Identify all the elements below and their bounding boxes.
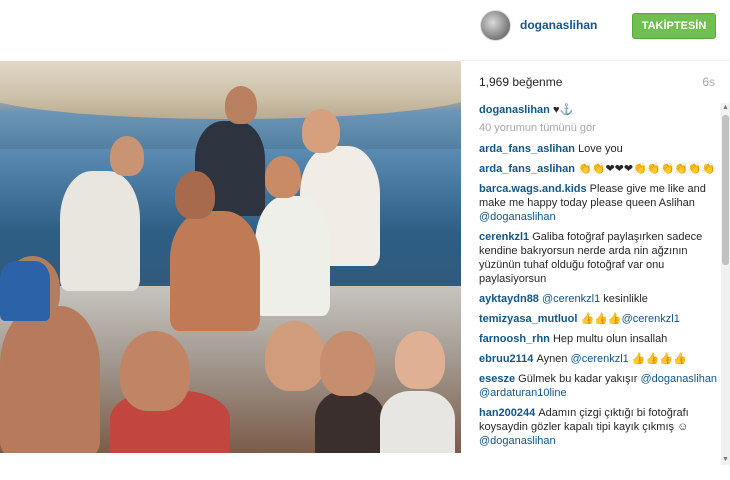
comment-text: 👍👍👍 <box>580 313 622 325</box>
time-ago: 6s <box>702 75 715 89</box>
comment-item: doganaslihan ♥⚓ <box>479 103 719 117</box>
view-all-comments-link[interactable]: 40 yorumun tümünü gör <box>479 121 719 135</box>
scroll-up-arrow-icon[interactable]: ▲ <box>721 103 730 113</box>
comment-item: temizyasa_mutluol 👍👍👍@cerenkzl1 <box>479 312 719 326</box>
comment-mention[interactable]: @cerenkzl1 <box>542 293 600 305</box>
comment-text: 👍👍👍👍 <box>628 353 687 365</box>
photo-person-head <box>265 156 301 198</box>
comment-username[interactable]: esesze <box>479 373 518 385</box>
photo-person <box>255 196 330 316</box>
comment-mention[interactable]: @ardaturan10line <box>479 387 567 399</box>
post-header: doganaslihan TAKİPTESİN <box>461 0 730 61</box>
photo-person-head <box>120 331 190 411</box>
comment-username[interactable]: doganaslihan <box>479 104 553 116</box>
comment-text: Gülmek bu kadar yakışır <box>518 373 641 385</box>
comment-username[interactable]: ayktaydn88 <box>479 293 542 305</box>
comment-item: ebruu2114 Aynen @cerenkzl1 👍👍👍👍 <box>479 352 719 366</box>
comment-mention[interactable]: @doganaslihan <box>479 435 556 447</box>
likes-row: 1,969 beğenme 6s <box>479 75 715 93</box>
comment-mention[interactable]: @cerenkzl1 <box>571 353 629 365</box>
photo-person <box>60 171 140 291</box>
scroll-down-arrow-icon[interactable]: ▼ <box>721 455 730 465</box>
photo-person-head <box>265 321 325 391</box>
comment-text: kesinlikle <box>600 293 648 305</box>
comments-list: doganaslihan ♥⚓ 40 yorumun tümünü gör ar… <box>479 103 719 465</box>
photo-person-head <box>225 86 257 124</box>
comment-username[interactable]: temizyasa_mutluol <box>479 313 580 325</box>
header-username[interactable]: doganaslihan <box>520 18 597 32</box>
comment-username[interactable]: arda_fans_aslihan <box>479 163 578 175</box>
photo-person-head <box>395 331 445 389</box>
comment-item: farnoosh_rhn Hep multu olun insallah <box>479 332 719 346</box>
photo-cap <box>0 261 50 321</box>
comment-item: ayktaydn88 @cerenkzl1 kesinlikle <box>479 292 719 306</box>
photo-person <box>315 391 385 453</box>
photo-person-head <box>175 171 215 219</box>
comment-text: Hep multu olun insallah <box>552 333 668 345</box>
comment-username[interactable]: han200244 <box>479 407 538 419</box>
scrollbar-thumb[interactable] <box>722 115 729 265</box>
follow-button[interactable]: TAKİPTESİN <box>632 13 716 39</box>
post-photo[interactable] <box>0 61 461 453</box>
comments-scrollbar[interactable]: ▲ ▼ <box>721 103 730 465</box>
comment-item: arda_fans_aslihan 👏👏❤❤❤👏👏👏👏👏👏 <box>479 162 719 176</box>
photo-person-head <box>110 136 144 176</box>
comment-item: barca.wags.and.kids Please give me like … <box>479 182 719 224</box>
comment-mention[interactable]: @doganaslihan <box>640 373 717 385</box>
likes-count[interactable]: 1,969 beğenme <box>479 75 562 89</box>
comment-username[interactable]: barca.wags.and.kids <box>479 183 590 195</box>
comment-text: Love you <box>578 143 623 155</box>
photo-person <box>380 391 455 453</box>
comment-mention[interactable]: @doganaslihan <box>479 211 556 223</box>
comment-username[interactable]: arda_fans_aslihan <box>479 143 578 155</box>
comment-text: Aynen <box>536 353 571 365</box>
photo-person <box>0 306 100 453</box>
photo-person <box>170 211 260 331</box>
comment-text: 👏👏❤❤❤👏👏👏👏👏👏 <box>578 163 716 175</box>
photo-person-head <box>302 109 340 153</box>
comment-item: cerenkzl1 Galiba fotoğraf paylaşırken sa… <box>479 230 719 286</box>
comment-username[interactable]: farnoosh_rhn <box>479 333 553 345</box>
photo-person-head <box>320 331 375 396</box>
comment-username[interactable]: ebruu2114 <box>479 353 536 365</box>
comment-item: arda_fans_aslihan Love you <box>479 142 719 156</box>
avatar[interactable] <box>480 10 511 41</box>
comment-username[interactable]: cerenkzl1 <box>479 231 532 243</box>
comment-mention[interactable]: @cerenkzl1 <box>622 313 680 325</box>
comment-item: han200244 Adamın çizgi çıktığı bi fotoğr… <box>479 406 719 448</box>
comment-item: esesze Gülmek bu kadar yakışır @doganasl… <box>479 372 719 400</box>
comment-text: ♥⚓ <box>552 104 574 116</box>
